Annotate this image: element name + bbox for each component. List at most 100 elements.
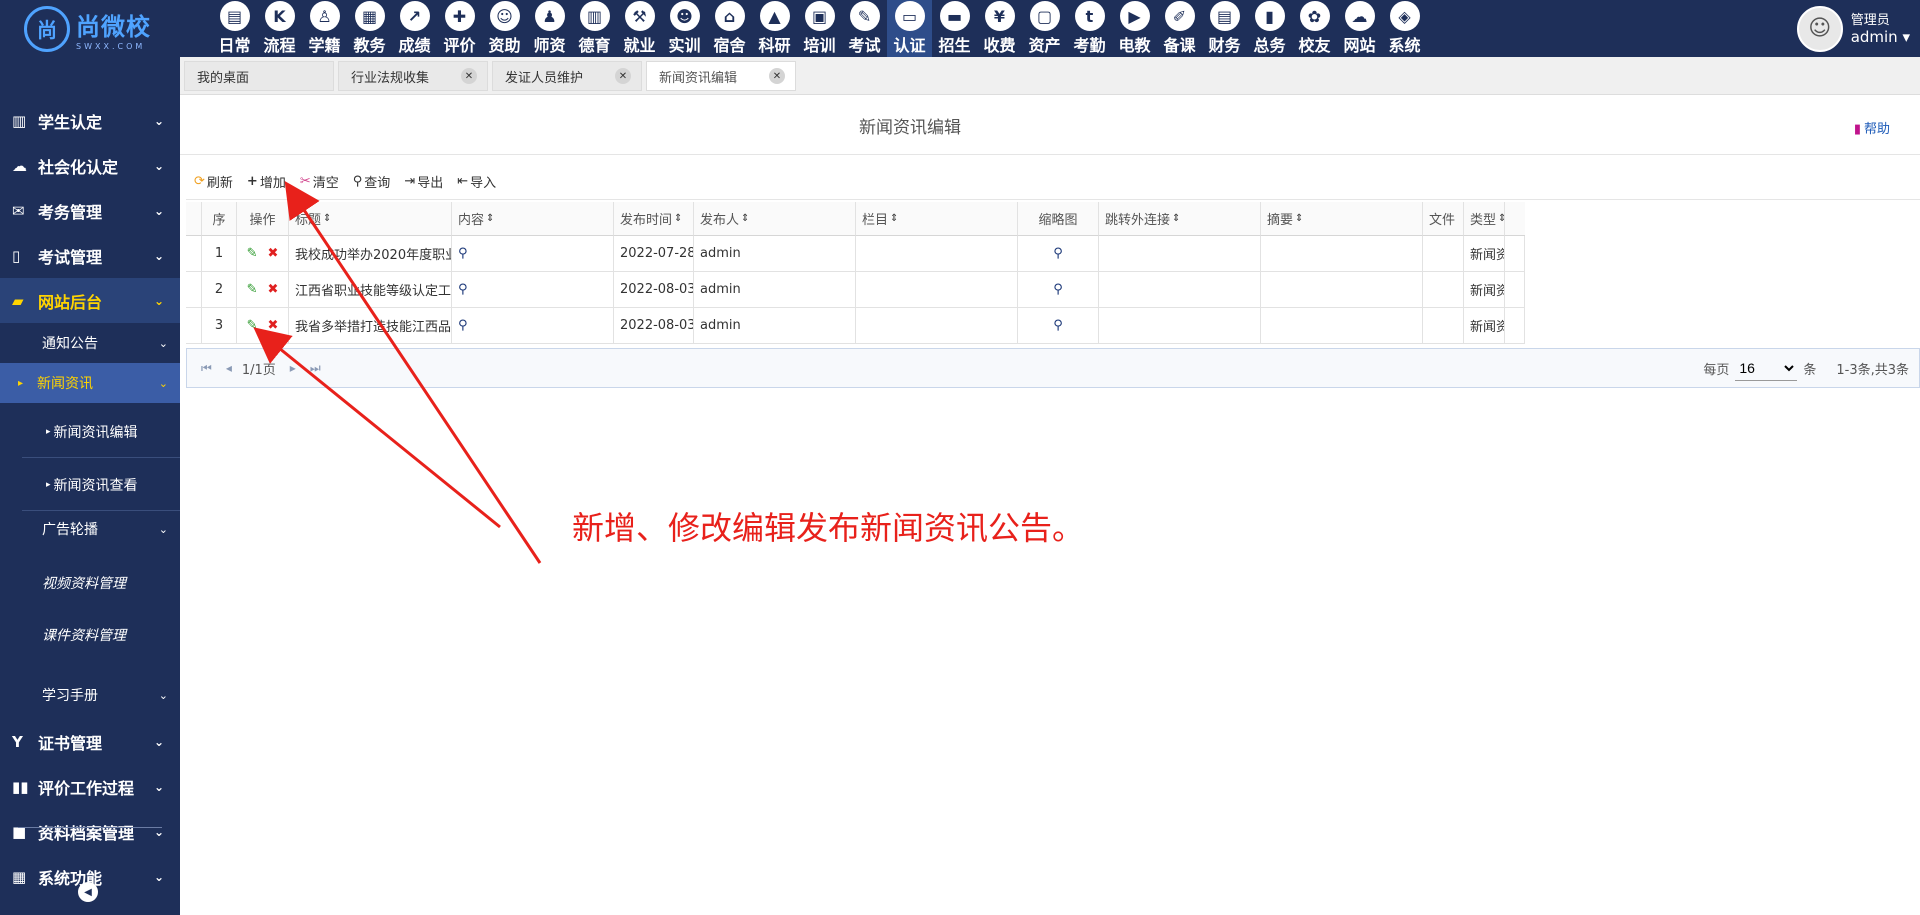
sidebar-item-student-certification[interactable]: ▥ 学生认定 ⌄ [0,98,180,143]
first-page-icon[interactable]: ⏮ [201,361,212,376]
col-type[interactable]: 类型⇕ [1464,202,1505,236]
prev-page-icon[interactable]: ◂ [226,361,232,375]
search-icon[interactable]: ⚲ [458,246,468,261]
sort-icon[interactable]: ⇕ [1295,213,1303,224]
sort-icon[interactable]: ⇕ [890,213,898,224]
avatar[interactable]: ☺ [1796,5,1843,52]
module-tumblr[interactable]: t 考勤 [1067,0,1112,57]
module-wrench[interactable]: ✎ 考试 [842,0,887,57]
col-publisher[interactable]: 发布人 ⇕ [694,202,856,236]
collapse-sidebar-icon[interactable]: ◀ [78,882,98,902]
sidebar-sub-notice[interactable]: 通知公告 ⌄ [0,323,180,363]
sort-icon[interactable]: ⇕ [674,213,682,224]
module-edit[interactable]: ✐ 备课 [1157,0,1202,57]
module-calendar[interactable]: ▦ 教务 [347,0,392,57]
tab-regulations[interactable]: 行业法规收集 ✕ [338,61,488,91]
sort-icon[interactable]: ⇕ [1172,213,1180,224]
sidebar-item-social-certification[interactable]: ☁ 社会化认定 ⌄ [0,143,180,188]
close-icon[interactable]: ✕ [769,68,785,84]
module-cloud[interactable]: ☁ 网站 [1337,0,1382,57]
module-aid[interactable]: ☺ 资助 [482,0,527,57]
module-cube[interactable]: ◈ 系统 [1382,0,1427,57]
help-link[interactable]: ▮ 帮助 [1854,118,1890,137]
sidebar-sub-label: 新闻资讯查看 [53,477,138,494]
col-external-link[interactable]: 跳转外连接 ⇕ [1099,202,1261,236]
module-group[interactable]: ✿ 校友 [1292,0,1337,57]
sidebar-sub-news-edit[interactable]: ▸ 新闻资讯编辑 [22,406,180,458]
close-icon[interactable]: ✕ [615,68,631,84]
module-newspaper[interactable]: ▤ 财务 [1202,0,1247,57]
sidebar-sub-video[interactable]: 视频资料管理 [0,557,180,609]
tab-news-edit[interactable]: 新闻资讯编辑 ✕ [646,61,796,91]
add-button[interactable]: + 增加 [247,172,286,191]
search-icon[interactable]: ⚲ [1053,282,1063,297]
refresh-button[interactable]: ⟳ 刷新 [194,172,233,191]
row-title[interactable]: 我省多举措打造技能江西品 [289,308,452,344]
search-icon[interactable]: ⚲ [1053,318,1063,333]
tab-my-desktop[interactable]: 我的桌面 [184,61,334,91]
tab-issuer-maintenance[interactable]: 发证人员维护 ✕ [492,61,642,91]
module-teacher[interactable]: ♟ 师资 [527,0,572,57]
table-row: 1 ✎✖ 我校成功举办2020年度职业 ⚲ 2022-07-28 1 admin… [186,236,1525,272]
sidebar-sub-handbook[interactable]: 学习手册 ⌄ [0,675,180,715]
search-icon[interactable]: ⚲ [458,282,468,297]
tumblr-icon: t [1074,1,1105,31]
module-flow[interactable]: K 流程 [257,0,302,57]
sort-icon[interactable]: ⇕ [741,213,749,224]
sidebar-item-exam-management[interactable]: ▯ 考试管理 ⌄ [0,233,180,278]
edit-icon[interactable]: ✎ [247,282,258,297]
search-icon[interactable]: ⚲ [458,318,468,333]
import-button[interactable]: ⇤ 导入 [457,172,496,191]
module-evaluate[interactable]: ✚ 评价 [437,0,482,57]
col-column[interactable]: 栏目 ⇕ [856,202,1018,236]
sidebar-sub-news-view[interactable]: ▸ 新闻资讯查看 [22,459,180,511]
module-image[interactable]: ▣ 培训 [797,0,842,57]
sidebar-sub-news[interactable]: ▸ 新闻资讯 ⌄ [0,363,180,403]
sidebar-sub-courseware[interactable]: 课件资料管理 [0,609,180,661]
module-bus[interactable]: ▬ 招生 [932,0,977,57]
clear-button[interactable]: ✂ 清空 [300,172,339,191]
export-button[interactable]: ⇥ 导出 [404,172,443,191]
sidebar-item-website-admin[interactable]: ▰ 网站后台 ⌄ [0,278,180,323]
module-train[interactable]: ▢ 资产 [1022,0,1067,57]
last-page-icon[interactable]: ⏭ [310,361,321,376]
query-button[interactable]: ⚲ 查询 [353,172,391,191]
row-title[interactable]: 我校成功举办2020年度职业 [289,236,452,272]
col-summary[interactable]: 摘要 ⇕ [1261,202,1423,236]
module-hammer[interactable]: ⚒ 就业 [617,0,662,57]
sort-icon[interactable]: ⇕ [323,213,331,224]
sidebar-item-evaluation-process[interactable]: ▮▮ 评价工作过程 ⌄ [0,764,180,809]
sidebar-sub-ad-carousel[interactable]: 广告轮播 ⌄ [0,509,180,549]
search-icon[interactable]: ⚲ [1053,246,1063,261]
user-menu[interactable]: ☺ 管理员 admin ▾ [1796,0,1910,57]
delete-icon[interactable]: ✖ [268,318,279,333]
per-page-select[interactable]: 16 [1735,355,1798,381]
sidebar-item-archive[interactable]: ■ 资料档案管理 ⌄ [0,809,180,854]
module-robot[interactable]: ☻ 实训 [662,0,707,57]
col-publish-time[interactable]: 发布时间 ⇕ [614,202,694,236]
module-home[interactable]: ⌂ 宿舍 [707,0,752,57]
module-video[interactable]: ▶ 电教 [1112,0,1157,57]
module-graduation[interactable]: ▲ 科研 [752,0,797,57]
module-doc[interactable]: ▤ 日常 [212,0,257,57]
edit-icon[interactable]: ✎ [247,246,258,261]
sort-icon[interactable]: ⇕ [1498,213,1504,224]
col-title[interactable]: 标题 ⇕ [289,202,452,236]
row-title[interactable]: 江西省职业技能等级认定工 [289,272,452,308]
close-icon[interactable]: ✕ [461,68,477,84]
delete-icon[interactable]: ✖ [268,282,279,297]
sidebar-item-exam-affairs[interactable]: ✉ 考务管理 ⌄ [0,188,180,233]
module-book[interactable]: ▥ 德育 [572,0,617,57]
sort-icon[interactable]: ⇕ [486,213,494,224]
module-yen[interactable]: ¥ 收费 [977,0,1022,57]
caret-down-icon[interactable]: ▾ [1902,28,1910,46]
edit-icon[interactable]: ✎ [247,318,258,333]
module-monitor[interactable]: ▭ 认证 [887,0,932,57]
module-student[interactable]: ♙ 学籍 [302,0,347,57]
next-page-icon[interactable]: ▸ [290,361,296,375]
sidebar-item-certificate[interactable]: Y 证书管理 ⌄ [0,719,180,764]
module-chart[interactable]: ↗ 成绩 [392,0,437,57]
col-content[interactable]: 内容 ⇕ [452,202,614,236]
delete-icon[interactable]: ✖ [268,246,279,261]
module-bar-chart[interactable]: ▮ 总务 [1247,0,1292,57]
